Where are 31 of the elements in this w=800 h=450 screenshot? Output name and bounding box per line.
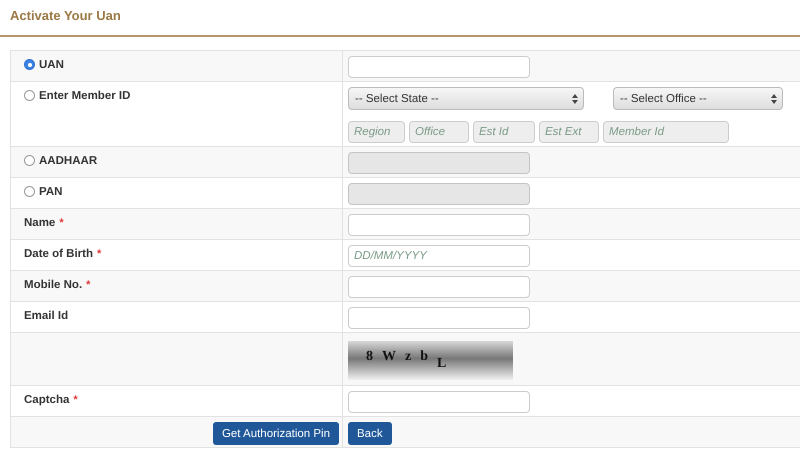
radio-button[interactable]: [24, 59, 35, 70]
radio-button[interactable]: [24, 90, 35, 101]
required-mark: *: [97, 247, 102, 261]
field-label: Enter Member ID: [39, 89, 130, 103]
field-label: Name: [24, 216, 56, 230]
field-label: Captcha: [24, 393, 70, 407]
page-title: Activate Your Uan: [10, 8, 121, 23]
input-field[interactable]: DD/MM/YYYY: [348, 245, 530, 267]
field-label: Email Id: [24, 309, 68, 323]
dropdown[interactable]: -- Select State --: [348, 87, 584, 110]
field-label: Mobile No.: [24, 278, 82, 292]
dropdown[interactable]: -- Select Office --: [613, 87, 783, 110]
get-pin-button[interactable]: Get Authorization Pin: [212, 422, 339, 445]
radio-button[interactable]: [24, 186, 35, 197]
input-field[interactable]: [348, 307, 530, 329]
input-field[interactable]: [348, 276, 530, 298]
required-mark: *: [86, 278, 90, 292]
field-label: PAN: [39, 185, 62, 199]
required-mark: *: [73, 393, 78, 407]
field-label: UAN: [39, 58, 64, 72]
input-field[interactable]: [348, 391, 530, 413]
captcha-image: 8 W z b L: [348, 341, 513, 380]
input-field[interactable]: [348, 214, 530, 236]
up-down-arrows-icon: [572, 94, 578, 104]
back-button[interactable]: Back: [348, 422, 392, 445]
field-label: AADHAAR: [39, 154, 98, 168]
required-mark: *: [59, 216, 64, 230]
input-field[interactable]: [348, 56, 530, 78]
field-label: Date of Birth: [24, 247, 93, 261]
radio-button[interactable]: [24, 155, 35, 166]
up-down-arrows-icon: [771, 94, 777, 104]
